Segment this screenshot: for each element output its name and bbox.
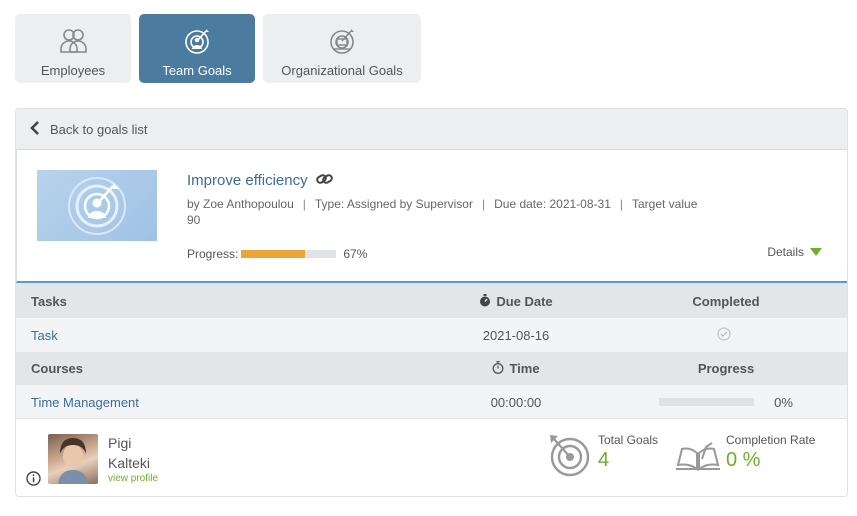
check-circle-icon [717,327,736,344]
tasks-col-due-label: Due Date [496,294,553,309]
tab-team-goals[interactable]: Team Goals [139,14,255,83]
goal-target-value: 90 [187,213,201,227]
person-first-name: Pigi [108,435,132,451]
back-label: Back to goals list [50,121,148,137]
course-progress-cell: 0% [636,385,816,419]
course-time: 00:00:00 [490,394,542,410]
completion-rate-value: 0 % [726,449,761,471]
view-profile-link[interactable]: view profile [108,473,158,484]
goal-detail-panel: Back to goals list Improve efficiency by… [15,108,848,497]
stopwatch-icon [479,293,496,310]
completion-rate-label: Completion Rate [726,433,816,447]
person-name: Pigi Kalteki [108,433,150,473]
tasks-col-due: Due Date [426,285,606,318]
open-book-icon [676,433,720,476]
tasks-col-completed: Completed [692,294,760,309]
goal-author: by Zoe Anthopoulou [187,197,294,211]
person-last-name: Kalteki [108,455,151,471]
tasks-header: Tasks Due Date Completed [16,285,847,318]
target-team-icon [181,25,213,57]
progress-bar-fill [241,250,305,258]
goal-progress: Progress: 67% [187,247,367,261]
total-goals-label: Total Goals [598,433,659,447]
info-icon[interactable] [26,471,41,489]
goal-meta: by Zoe Anthopoulou | Type: Assigned by Sup… [187,197,698,227]
tab-employees-label: Employees [40,63,106,78]
tasks-col-name: Tasks [31,294,67,309]
avatar[interactable] [48,434,98,484]
total-goals-stat: Total Goals 4 [548,433,658,480]
users-icon [57,25,89,57]
goal-thumbnail [37,170,157,241]
details-toggle[interactable]: Details [767,245,822,259]
table-row: Task 2021-08-16 [16,318,847,352]
timer-icon [492,360,509,377]
completion-rate-stat: Completion Rate 0 % [676,433,815,476]
progress-percent: 67% [343,247,368,261]
progress-bar [241,250,337,258]
back-to-goals-link[interactable]: Back to goals list [16,109,847,149]
course-progress-percent: 0% [774,394,793,410]
goal-type: Type: Assigned by Supervisor [314,197,473,211]
courses-col-name: Courses [31,361,84,376]
tab-team-goals-label: Team Goals [162,63,232,78]
target-org-icon [326,25,358,57]
goal-target-label: Target value [632,197,698,211]
courses-col-time: Time [426,352,606,385]
tab-organizational-goals[interactable]: Organizational Goals [263,14,421,83]
chevron-left-icon [30,120,50,138]
link-icon[interactable] [308,173,333,188]
goal-due-date: Due date: 2021-08-31 [494,197,611,211]
task-due-date: 2021-08-16 [482,327,550,343]
goal-title[interactable]: Improve efficiency [187,172,308,189]
tab-organizational-goals-label: Organizational Goals [281,63,403,78]
task-completed-cell [636,318,816,352]
courses-col-time-label: Time [509,361,540,376]
details-label: Details [767,245,804,259]
total-goals-value: 4 [598,449,610,471]
target-person-icon [65,172,129,239]
course-progress-bar [659,398,755,406]
assignee-footer: Pigi Kalteki view profile Total Goals 4 [16,418,847,496]
courses-col-progress: Progress [697,361,755,376]
task-link[interactable]: Task [31,328,58,343]
table-row: Time Management 00:00:00 0% [16,385,847,419]
tab-employees[interactable]: Employees [15,14,131,83]
caret-down-icon [804,245,822,259]
course-link[interactable]: Time Management [31,395,139,410]
target-icon [548,433,592,480]
goal-tabs: Employees Team Goals Organizational Goal… [15,14,421,83]
goal-card: Improve efficiency by Zoe Anthopoulou | Ty… [16,149,847,283]
progress-label: Progress: [187,247,239,261]
courses-header: Courses Time Progress [16,352,847,385]
